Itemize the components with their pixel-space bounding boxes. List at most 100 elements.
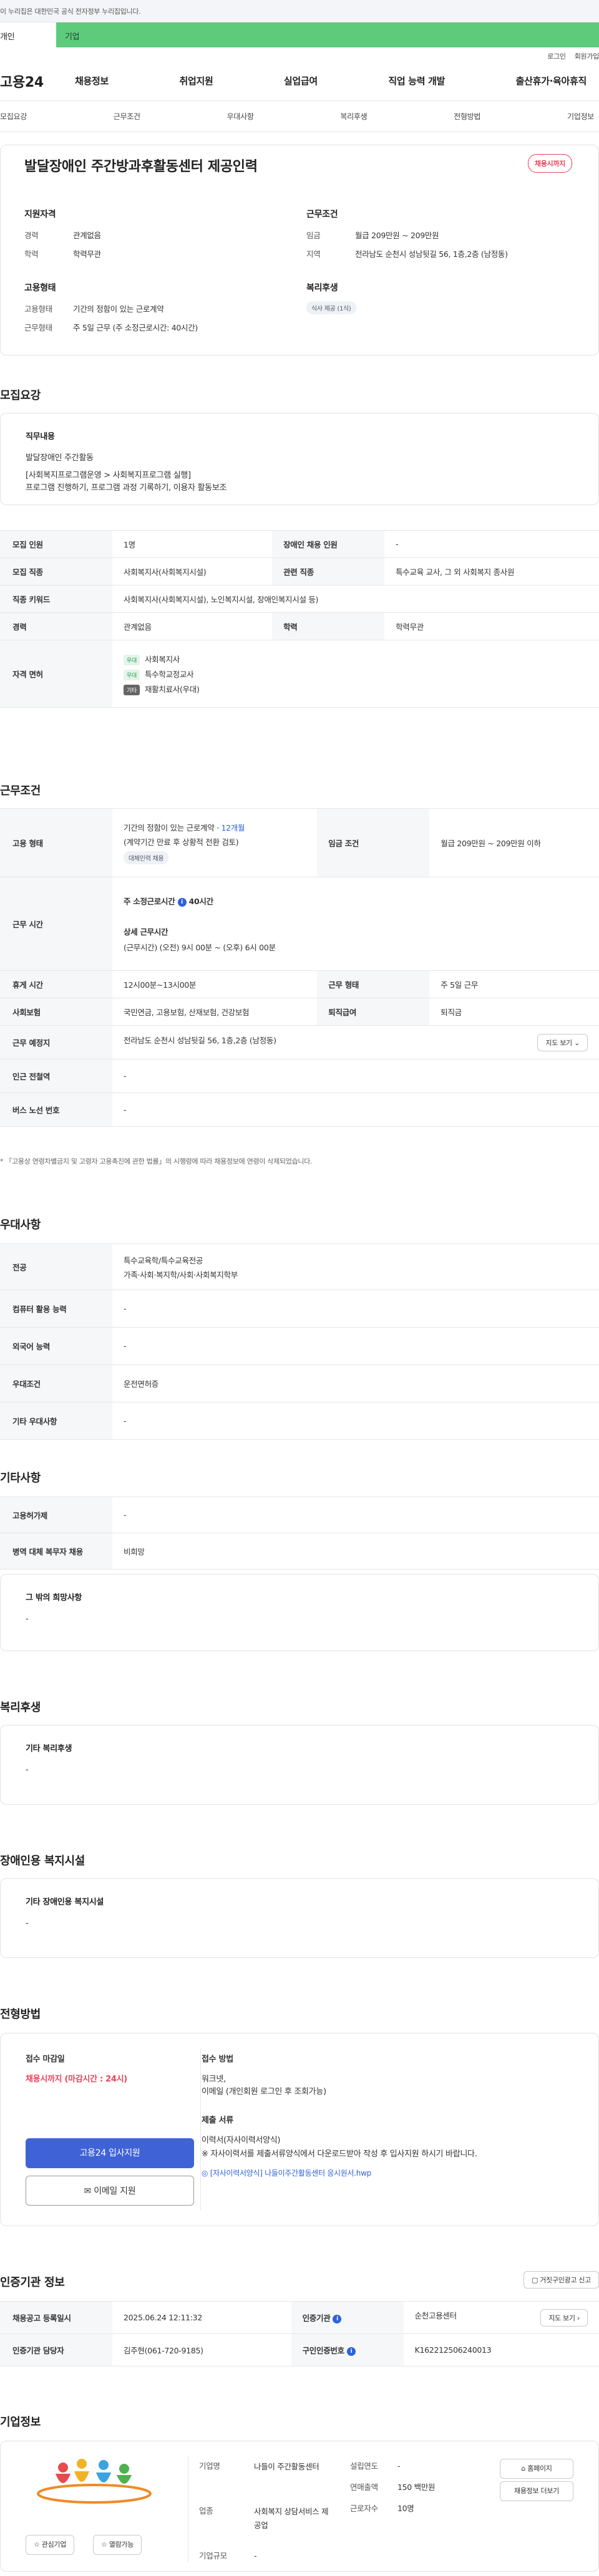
- table-row: 휴게 시간 12시00분~13시00분 근무 형태 주 5일 근무: [0, 970, 599, 998]
- hope-box: 그 밖의 희망사항 -: [0, 1574, 599, 1651]
- docs-download-link[interactable]: ◎ [자사이력서양식] 나들이주간활동센터 응시원서.hwp: [202, 2167, 371, 2179]
- cell-value: -: [384, 530, 599, 558]
- other-table: 고용허가제 - 병역 대체 복무자 채용 비희망: [0, 1497, 599, 1570]
- duty-box: 직무내용 발달장애인 주간활동 [사회복지프로그램운영 > 사회복지프로그램 실…: [0, 413, 599, 505]
- more-jobs-button[interactable]: 채용정보 더보기: [500, 2481, 573, 2501]
- cell-label: 컴퓨터 활용 능력: [0, 1290, 112, 1328]
- site-logo[interactable]: 고용24: [0, 71, 75, 91]
- cell-value: 2025.06.24 12:11:32: [112, 2301, 291, 2334]
- anchor-recruit[interactable]: 모집요강: [0, 111, 27, 122]
- anchor-process[interactable]: 전형방법: [454, 111, 480, 122]
- cell-value: -: [112, 1093, 599, 1127]
- homepage-button[interactable]: ⌂ 홈페이지: [500, 2459, 573, 2479]
- user-type-tabs: 개인 기업: [0, 22, 599, 47]
- chevron-down-icon: ⌄: [574, 1038, 580, 1047]
- company-logo: [37, 2459, 152, 2504]
- emp-cell: 기간의 정함이 있는 근로계약 · 12개월 (계약기간 만료 후 상황적 전환 …: [112, 808, 318, 877]
- star-icon: ☆: [34, 2540, 40, 2549]
- tab-company[interactable]: 기업: [56, 22, 599, 47]
- cell-value: 1명: [112, 530, 273, 558]
- cell-value: 월급 209만원 ~ 209만원 이하: [429, 808, 599, 877]
- table-row: 자격 면허 우대 사회복지사 우대 특수학교정교사 기타 재활치료사(우대): [0, 640, 599, 708]
- nav-job-info[interactable]: 채용정보: [75, 74, 109, 87]
- interest-company-button[interactable]: ☆ 관심기업: [26, 2535, 75, 2555]
- table-row: 우대조건 운전면허증: [0, 1364, 599, 1402]
- welfare-box: 기타 복리후생 -: [0, 1725, 599, 1805]
- table-row: 모집 인원 1명 장애인 채용 인원 -: [0, 530, 599, 558]
- cell-label: 모집 인원: [0, 530, 112, 558]
- home-icon: ⌂: [521, 2464, 526, 2472]
- report-fake-ad-button[interactable]: ▢ 거짓구인광고 신고: [523, 2271, 599, 2289]
- conditions-table: 고용 형태 기간의 정함이 있는 근로계약 · 12개월 (계약기간 만료 후 상…: [0, 808, 599, 1127]
- login-link[interactable]: 로그인: [547, 52, 566, 60]
- info-icon[interactable]: i: [177, 897, 187, 907]
- cell-value: 운전면허증: [112, 1364, 599, 1402]
- org-cell: 순천고용센터 지도 보기 ›: [403, 2301, 599, 2334]
- table-row: 고용 형태 기간의 정함이 있는 근로계약 · 12개월 (계약기간 만료 후 상…: [0, 808, 599, 877]
- nav-job-skills[interactable]: 직업 능력 개발: [388, 74, 445, 87]
- duty-line: [사회복지프로그램운영 > 사회복지프로그램 실행]: [26, 471, 191, 480]
- chevron-right-icon: ›: [577, 2313, 580, 2322]
- nav-unemployment-benefit[interactable]: 실업급여: [284, 74, 318, 87]
- apply-button[interactable]: 고용24 입사지원: [26, 2138, 194, 2168]
- company-sales-row: 연매출액 150 백만원: [350, 2482, 436, 2492]
- info-icon[interactable]: i: [346, 2347, 356, 2356]
- anchor-prefer[interactable]: 우대사항: [227, 111, 254, 122]
- prefer-heading: 우대사항: [0, 1218, 41, 1232]
- worktype-row: 근무형태 주 5일 근무 (주 소정근로시간: 40시간): [24, 323, 198, 332]
- nav-employment-support[interactable]: 취업지원: [179, 74, 213, 87]
- facility-box-title: 기타 장애인용 복지시설: [26, 1898, 104, 1907]
- cert-heading: 인증기관 정보: [0, 2276, 65, 2289]
- email-apply-button[interactable]: ✉ 이메일 지원: [26, 2176, 194, 2206]
- cell-label: 자격 면허: [0, 640, 112, 708]
- license-list: 우대 사회복지사 우대 특수학교정교사 기타 재활치료사(우대): [112, 640, 599, 708]
- table-row: 근무 예정지 전라남도 순천시 성남뒷길 56, 1층,2층 (남정동) 지도 보기…: [0, 1025, 599, 1059]
- facility-box-value: -: [26, 1919, 29, 1928]
- nav-parental-leave[interactable]: 출산휴가·육아휴직: [516, 74, 587, 87]
- wage-row: 임금 월급 209만원 ~ 209만원: [306, 231, 439, 240]
- anchor-company[interactable]: 기업정보: [567, 111, 594, 122]
- cell-label: 근무 형태: [317, 970, 430, 998]
- company-size-row: 기업규모 -: [199, 2551, 257, 2560]
- docs-value: 이력서(자사이력서양식): [202, 2136, 281, 2145]
- cert-map-button[interactable]: 지도 보기 ›: [540, 2308, 588, 2327]
- anchor-welfare[interactable]: 복리후생: [340, 111, 367, 122]
- cell-value: 사회복지사(사회복지시설): [112, 557, 273, 586]
- table-row: 컴퓨터 활용 능력 -: [0, 1290, 599, 1328]
- cell-value: 국민연금, 고용보험, 산재보험, 건강보험: [112, 998, 318, 1026]
- cell-label: 인근 전철역: [0, 1059, 112, 1093]
- cell-label: 외국어 능력: [0, 1327, 112, 1365]
- duty-line: 발달장애인 주간활동: [26, 453, 94, 463]
- cell-label: 임금 조건: [317, 808, 430, 877]
- cell-label: 인증기관 i: [291, 2301, 404, 2334]
- cell-value: -: [112, 1402, 599, 1440]
- process-box: 접수 마감일 채용시까지 (마감시간 : 24시) 고용24 입사지원 ✉ 이메…: [0, 2033, 599, 2226]
- job-title: 발달장애인 주간방과후활동센터 제공인력: [24, 159, 258, 175]
- license-item: 우대 사회복지사: [124, 653, 588, 665]
- table-row: 인근 전철역 -: [0, 1059, 599, 1093]
- viewable-button[interactable]: ☆ 열람가능: [93, 2535, 142, 2555]
- map-button[interactable]: 지도 보기 ⌄: [537, 1033, 588, 1051]
- method-value: 이메일 (개인회원 로그인 후 조회가능): [202, 2087, 326, 2096]
- cell-label: 경력: [0, 612, 112, 640]
- section-anchor-tabs: 모집요강 근무조건 우대사항 복리후생 전형방법 기업정보: [0, 101, 599, 132]
- cell-value: 학력무관: [384, 612, 599, 640]
- cell-label: 모집 직종: [0, 557, 112, 586]
- cell-value: 김주현(061-720-9185): [112, 2333, 291, 2366]
- table-row: 사회보험 국민연금, 고용보험, 산재보험, 건강보험 퇴직급여 퇴직금: [0, 998, 599, 1026]
- tab-personal[interactable]: 개인: [0, 22, 56, 47]
- qual-title: 지원자격: [24, 210, 56, 219]
- cell-label: 병역 대체 복무자 채용: [0, 1533, 112, 1570]
- cell-label: 장애인 채용 인원: [272, 530, 385, 558]
- cell-label: 관련 직종: [272, 557, 385, 586]
- cell-label: 기타 우대사항: [0, 1402, 112, 1440]
- signup-link[interactable]: 회원가입: [575, 52, 599, 60]
- anchor-conditions[interactable]: 근무조건: [114, 111, 140, 122]
- table-row: 고용허가제 -: [0, 1497, 599, 1533]
- cell-value: -: [112, 1059, 599, 1093]
- info-icon[interactable]: i: [333, 2314, 342, 2323]
- cell-label: 고용 형태: [0, 808, 112, 877]
- company-name-row: 기업명 나들이 주간활동센터: [199, 2461, 319, 2471]
- company-year-row: 설립연도 -: [350, 2461, 401, 2471]
- company-industry-row: 업종 사회복지 상담서비스 제공업: [199, 2506, 329, 2530]
